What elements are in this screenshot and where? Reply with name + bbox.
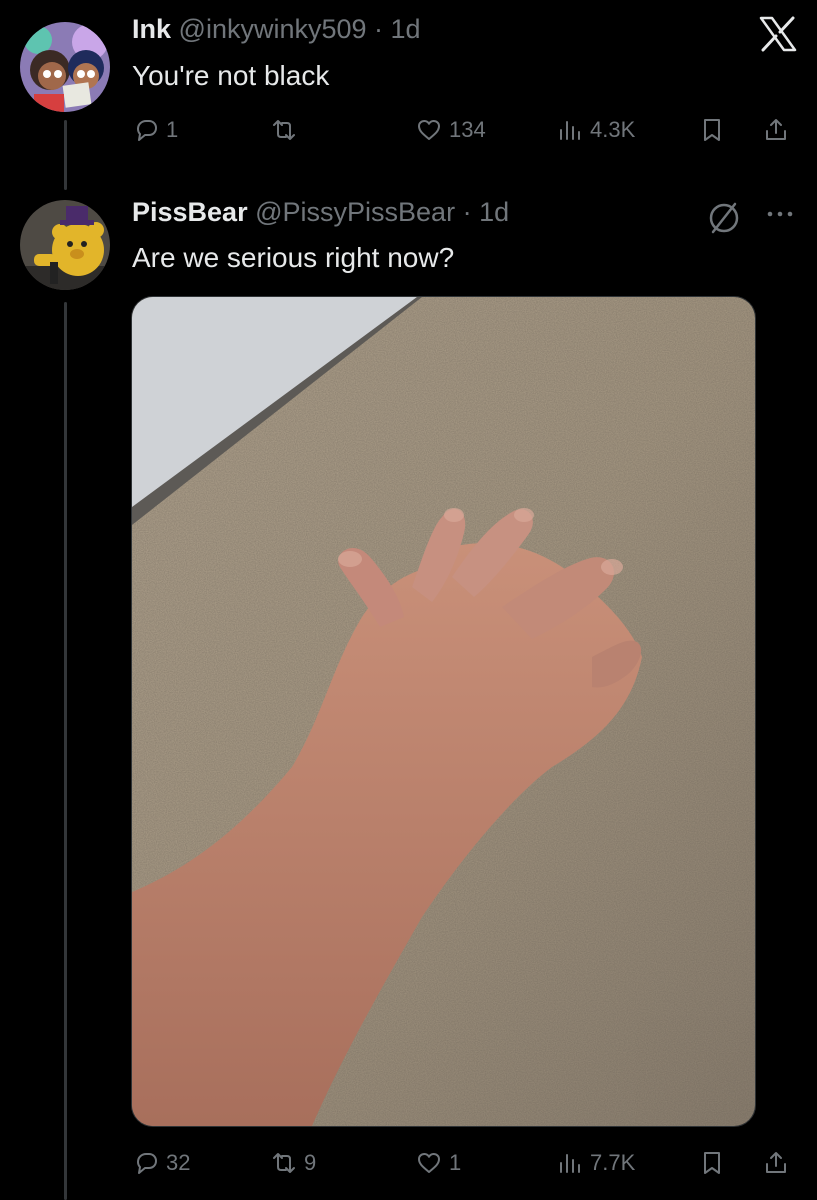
like-button[interactable]: 1: [415, 1143, 461, 1183]
share-button[interactable]: [762, 110, 790, 150]
retweet-button[interactable]: 9: [270, 1143, 316, 1183]
reply-icon: [137, 1153, 157, 1174]
like-button[interactable]: 134: [415, 110, 486, 150]
timestamp[interactable]: · 1d: [374, 14, 421, 44]
thread-line: [64, 302, 67, 1200]
no-entry-icon[interactable]: [704, 198, 744, 238]
views-button[interactable]: 4.3K: [556, 110, 635, 150]
display-name[interactable]: Ink: [132, 14, 171, 44]
heart-icon: [418, 1153, 440, 1173]
retweet-count: 9: [304, 1150, 317, 1175]
retweet-icon: [273, 120, 295, 140]
bookmark-button[interactable]: [698, 110, 726, 150]
tweet-text: Are we serious right now?: [132, 242, 455, 273]
handle[interactable]: @inkywinky509: [179, 14, 367, 44]
share-button[interactable]: [762, 1143, 790, 1183]
tweet-header: PissBear @PissyPissBear · 1d: [132, 197, 509, 228]
avatar-ink[interactable]: [20, 22, 110, 112]
tweet-header: Ink @inkywinky509 · 1d: [132, 14, 421, 45]
tweet-photo[interactable]: [131, 296, 756, 1127]
more-icon[interactable]: [762, 198, 798, 230]
bookmark-button[interactable]: [698, 1143, 726, 1183]
views-button[interactable]: 7.7K: [556, 1143, 635, 1183]
avatar-pissbear-image: [20, 200, 110, 290]
reply-button[interactable]: 32: [132, 1143, 190, 1183]
share-icon: [766, 119, 786, 140]
reply-count: 32: [166, 1150, 191, 1175]
thread-line: [64, 120, 67, 190]
like-count: 1: [449, 1150, 462, 1175]
view-count: 7.7K: [590, 1150, 636, 1175]
reply-icon: [137, 120, 157, 141]
avatar-ink-image: [20, 22, 110, 112]
reply-count: 1: [166, 117, 179, 142]
handle[interactable]: @PissyPissBear: [255, 197, 455, 227]
avatar-pissbear[interactable]: [20, 200, 110, 290]
retweet-button[interactable]: [270, 110, 304, 150]
display-name[interactable]: PissBear: [132, 197, 248, 227]
tweet-actions: 1 134 4.3K: [132, 110, 800, 150]
heart-icon: [418, 120, 440, 140]
share-icon: [766, 1152, 786, 1173]
x-logo-icon: [758, 16, 798, 52]
photo-hand-on-carpet: [132, 297, 755, 1126]
view-count: 4.3K: [590, 117, 636, 142]
tweet-actions: 32 9 1 7.7K: [132, 1143, 800, 1183]
tweet-text: You're not black: [132, 60, 330, 91]
retweet-icon: [273, 1153, 295, 1173]
reply-button[interactable]: 1: [132, 110, 178, 150]
bookmark-icon: [704, 119, 720, 141]
bookmark-icon: [704, 1152, 720, 1174]
like-count: 134: [449, 117, 486, 142]
views-icon: [560, 1154, 580, 1173]
timestamp[interactable]: · 1d: [463, 197, 510, 227]
views-icon: [560, 121, 580, 140]
